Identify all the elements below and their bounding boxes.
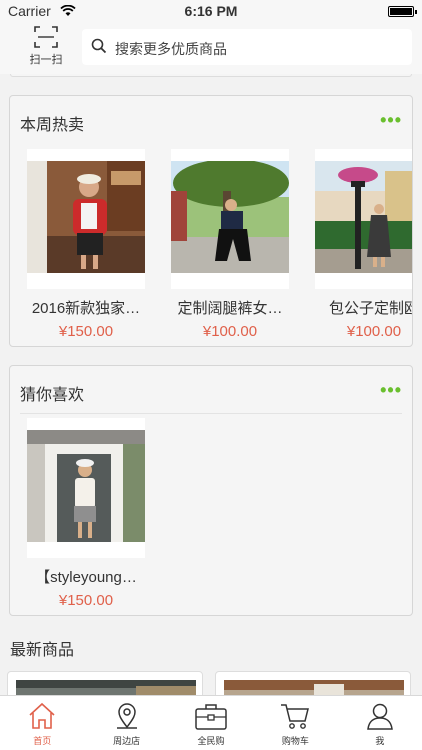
- section-title: 最新商品: [10, 642, 75, 659]
- product-image: [315, 149, 412, 289]
- location-icon: [116, 703, 137, 729]
- product-image: [27, 149, 145, 289]
- tab-label: 购物车: [281, 736, 309, 746]
- section-title: 本周热卖: [20, 117, 85, 134]
- guess-like-section: 猜你喜欢 ••• 【styleyoung… ¥150.00: [9, 365, 413, 616]
- product-price: ¥150.00: [58, 323, 114, 340]
- product-image: [27, 418, 145, 558]
- tab-label: 周边店: [113, 736, 141, 746]
- product-image: [171, 149, 289, 289]
- tab-nearby[interactable]: 周边店: [84, 696, 168, 750]
- status-bar: Carrier 6:16 PM: [0, 0, 422, 22]
- product-name: 包公子定制欧: [328, 300, 413, 317]
- scan-icon: [34, 26, 58, 48]
- battery-icon: [388, 6, 417, 17]
- more-icon[interactable]: •••: [380, 380, 402, 401]
- tab-label: 我: [375, 736, 385, 746]
- search-placeholder: 搜索更多优质商品: [115, 41, 227, 57]
- product-card[interactable]: 2016新款独家… ¥150.00: [27, 149, 145, 340]
- section-title: 猜你喜欢: [20, 387, 85, 404]
- product-price: ¥150.00: [58, 592, 114, 609]
- status-time: 6:16 PM: [184, 3, 238, 19]
- scan-button[interactable]: 扫一扫: [24, 26, 68, 67]
- search-input[interactable]: 搜索更多优质商品: [82, 29, 412, 65]
- tab-home[interactable]: 首页: [0, 696, 84, 750]
- tab-group-buy[interactable]: 全民购: [169, 696, 253, 750]
- more-icon[interactable]: •••: [380, 110, 402, 131]
- cart-icon: [281, 704, 310, 729]
- search-icon: [91, 38, 107, 59]
- product-card[interactable]: 定制阔腿裤女… ¥100.00: [171, 149, 289, 340]
- tab-label: 全民购: [197, 736, 225, 746]
- briefcase-icon: [195, 704, 227, 730]
- hot-week-section: 本周热卖 ••• 2016新款独家… ¥150.00 定制阔腿裤女… ¥100.…: [9, 95, 413, 347]
- product-name: 2016新款独家…: [31, 300, 141, 317]
- product-name: 【styleyoung…: [35, 569, 137, 586]
- home-icon: [29, 702, 55, 729]
- product-name: 定制阔腿裤女…: [177, 300, 283, 317]
- tab-label: 首页: [33, 736, 52, 746]
- product-price: ¥100.00: [202, 323, 258, 340]
- divider: [20, 413, 402, 414]
- product-price: ¥100.00: [346, 323, 402, 340]
- person-icon: [366, 703, 393, 730]
- tab-bar: 首页 周边店 全民购 购物车 我: [0, 695, 422, 750]
- tab-cart[interactable]: 购物车: [253, 696, 337, 750]
- header: 扫一扫 搜索更多优质商品: [0, 22, 422, 74]
- product-card[interactable]: 包公子定制欧 ¥100.00: [315, 149, 412, 340]
- previous-card-edge: [10, 74, 412, 77]
- tab-me[interactable]: 我: [338, 696, 422, 750]
- product-card[interactable]: 【styleyoung… ¥150.00: [27, 418, 145, 609]
- scan-label: 扫一扫: [29, 54, 63, 66]
